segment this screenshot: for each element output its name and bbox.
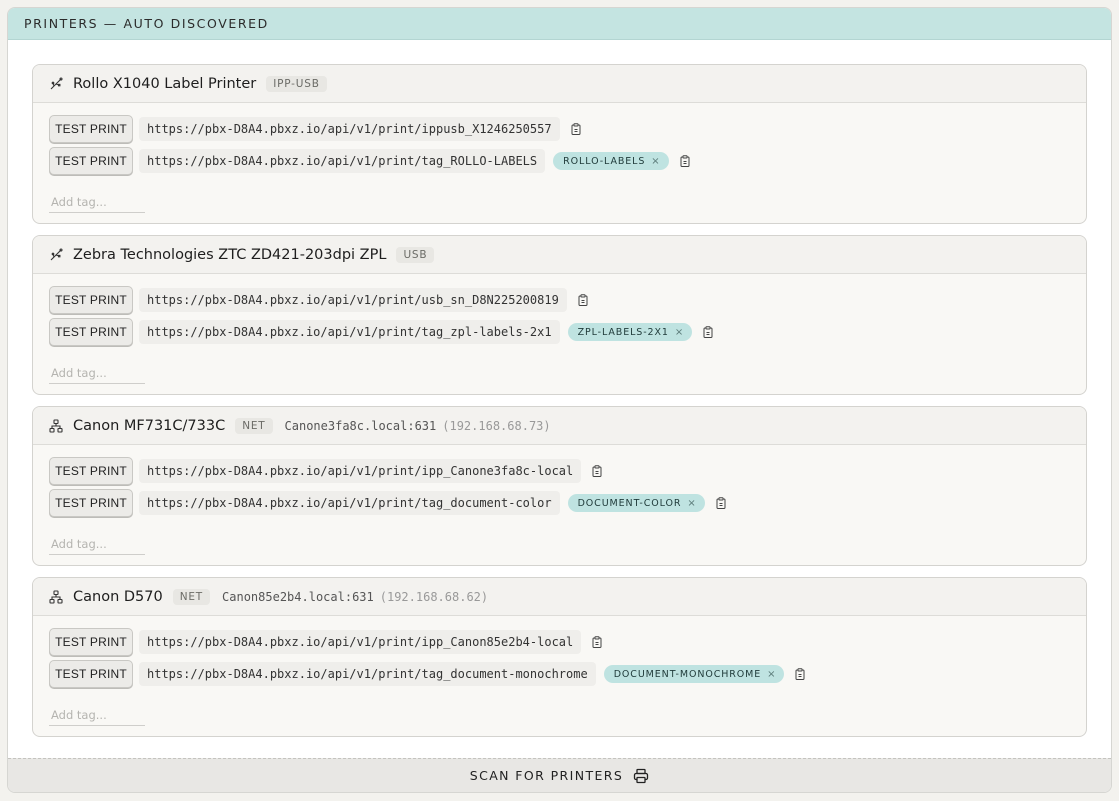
endpoint-url[interactable]: https://pbx-D8A4.pbxz.io/api/v1/print/ta…: [139, 149, 546, 173]
printer-ip: (192.168.68.73): [442, 418, 551, 433]
tag-remove-icon[interactable]: ×: [687, 498, 696, 509]
copy-icon[interactable]: [715, 497, 727, 509]
tag-label: ZPL-LABELS-2X1: [577, 326, 669, 338]
printer-card-header: Rollo X1040 Label Printer IPP-USB: [33, 65, 1086, 103]
endpoint-url[interactable]: https://pbx-D8A4.pbxz.io/api/v1/print/ip…: [139, 630, 582, 654]
endpoint-row: TEST PRINT https://pbx-D8A4.pbxz.io/api/v…: [49, 115, 1086, 143]
printer-card-body: TEST PRINT https://pbx-D8A4.pbxz.io/api/v…: [33, 103, 1086, 213]
copy-icon[interactable]: [702, 326, 714, 338]
endpoint-row: TEST PRINT https://pbx-D8A4.pbxz.io/api/v…: [49, 147, 1086, 175]
connection-badge: NET: [172, 588, 211, 605]
endpoint-row: TEST PRINT https://pbx-D8A4.pbxz.io/api/v…: [49, 286, 1086, 314]
copy-icon[interactable]: [679, 155, 691, 167]
endpoint-url[interactable]: https://pbx-D8A4.pbxz.io/api/v1/print/ta…: [139, 320, 560, 344]
endpoint-url[interactable]: https://pbx-D8A4.pbxz.io/api/v1/print/ta…: [139, 662, 596, 686]
test-print-button[interactable]: TEST PRINT: [49, 286, 133, 314]
printer-card: Rollo X1040 Label Printer IPP-USB TEST PRI…: [32, 64, 1087, 224]
add-tag-input[interactable]: Add tag...: [49, 191, 145, 213]
test-print-button[interactable]: TEST PRINT: [49, 147, 133, 175]
printer-host: Canon85e2b4.local:631: [222, 589, 374, 604]
copy-icon[interactable]: [577, 294, 589, 306]
printer-name: Canon D570: [73, 588, 163, 605]
endpoint-row: TEST PRINT https://pbx-D8A4.pbxz.io/api/v…: [49, 457, 1086, 485]
printers-panel: PRINTERS — AUTO DISCOVERED Rollo X1040 L…: [7, 7, 1112, 793]
test-print-button[interactable]: TEST PRINT: [49, 318, 133, 346]
tag-label: ROLLO-LABELS: [563, 155, 646, 167]
connection-badge: IPP-USB: [266, 75, 327, 92]
test-print-button[interactable]: TEST PRINT: [49, 115, 133, 143]
printer-card: Canon MF731C/733C NET Canone3fa8c.local:63…: [32, 406, 1087, 566]
printer-card-header: Zebra Technologies ZTC ZD421-203dpi ZPL U…: [33, 236, 1086, 274]
endpoint-row: TEST PRINT https://pbx-D8A4.pbxz.io/api/v…: [49, 318, 1086, 346]
usb-icon: [49, 247, 63, 262]
printer-card-header: Canon MF731C/733C NET Canone3fa8c.local:63…: [33, 407, 1086, 445]
endpoint-row: TEST PRINT https://pbx-D8A4.pbxz.io/api/v…: [49, 489, 1086, 517]
copy-icon[interactable]: [591, 465, 603, 477]
test-print-button[interactable]: TEST PRINT: [49, 489, 133, 517]
endpoint-url[interactable]: https://pbx-D8A4.pbxz.io/api/v1/print/ta…: [139, 491, 560, 515]
printer-card-header: Canon D570 NET Canon85e2b4.local:631 (192.1…: [33, 578, 1086, 616]
tag-chip: DOCUMENT-COLOR ×: [567, 494, 705, 512]
add-tag-input[interactable]: Add tag...: [49, 704, 145, 726]
tag-remove-icon[interactable]: ×: [651, 156, 660, 167]
endpoint-row: TEST PRINT https://pbx-D8A4.pbxz.io/api/v…: [49, 628, 1086, 656]
scan-for-printers-button[interactable]: SCAN FOR PRINTERS: [8, 758, 1111, 792]
test-print-button[interactable]: TEST PRINT: [49, 660, 133, 688]
printer-name: Zebra Technologies ZTC ZD421-203dpi ZPL: [73, 246, 387, 263]
tag-chip: ZPL-LABELS-2X1 ×: [567, 323, 693, 341]
copy-icon[interactable]: [794, 668, 806, 680]
test-print-button[interactable]: TEST PRINT: [49, 457, 133, 485]
copy-icon[interactable]: [570, 123, 582, 135]
printer-card-body: TEST PRINT https://pbx-D8A4.pbxz.io/api/v…: [33, 445, 1086, 555]
connection-badge: NET: [235, 417, 273, 434]
tag-chip: DOCUMENT-MONOCHROME ×: [603, 665, 785, 683]
copy-icon[interactable]: [591, 636, 603, 648]
tag-remove-icon[interactable]: ×: [675, 327, 684, 338]
endpoint-url[interactable]: https://pbx-D8A4.pbxz.io/api/v1/print/ip…: [139, 459, 582, 483]
connection-badge: USB: [396, 246, 435, 263]
tag-remove-icon[interactable]: ×: [767, 669, 776, 680]
tag-chip: ROLLO-LABELS ×: [553, 152, 669, 170]
endpoint-row: TEST PRINT https://pbx-D8A4.pbxz.io/api/v…: [49, 660, 1086, 688]
printer-card-body: TEST PRINT https://pbx-D8A4.pbxz.io/api/v…: [33, 616, 1086, 726]
printer-ip: (192.168.68.62): [379, 589, 489, 604]
printer-host: Canone3fa8c.local:631: [284, 418, 437, 433]
add-tag-input[interactable]: Add tag...: [49, 533, 145, 555]
tag-label: DOCUMENT-MONOCHROME: [613, 668, 762, 680]
printer-name: Canon MF731C/733C: [73, 417, 226, 434]
printer-name: Rollo X1040 Label Printer: [73, 75, 257, 92]
network-icon: [49, 589, 63, 604]
usb-icon: [49, 76, 63, 91]
add-tag-input[interactable]: Add tag...: [49, 362, 145, 384]
network-icon: [49, 418, 63, 433]
printer-card: Zebra Technologies ZTC ZD421-203dpi ZPL U…: [32, 235, 1087, 395]
test-print-button[interactable]: TEST PRINT: [49, 628, 133, 656]
scan-button-label: SCAN FOR PRINTERS: [469, 768, 624, 783]
printer-card-body: TEST PRINT https://pbx-D8A4.pbxz.io/api/v…: [33, 274, 1086, 384]
printer-icon: [633, 768, 649, 784]
panel-title: PRINTERS — AUTO DISCOVERED: [8, 8, 1111, 40]
endpoint-url[interactable]: https://pbx-D8A4.pbxz.io/api/v1/print/ip…: [139, 117, 560, 141]
printer-list: Rollo X1040 Label Printer IPP-USB TEST PRI…: [32, 64, 1087, 748]
printer-card: Canon D570 NET Canon85e2b4.local:631 (192.1…: [32, 577, 1087, 737]
tag-label: DOCUMENT-COLOR: [577, 497, 682, 509]
endpoint-url[interactable]: https://pbx-D8A4.pbxz.io/api/v1/print/us…: [139, 288, 567, 312]
